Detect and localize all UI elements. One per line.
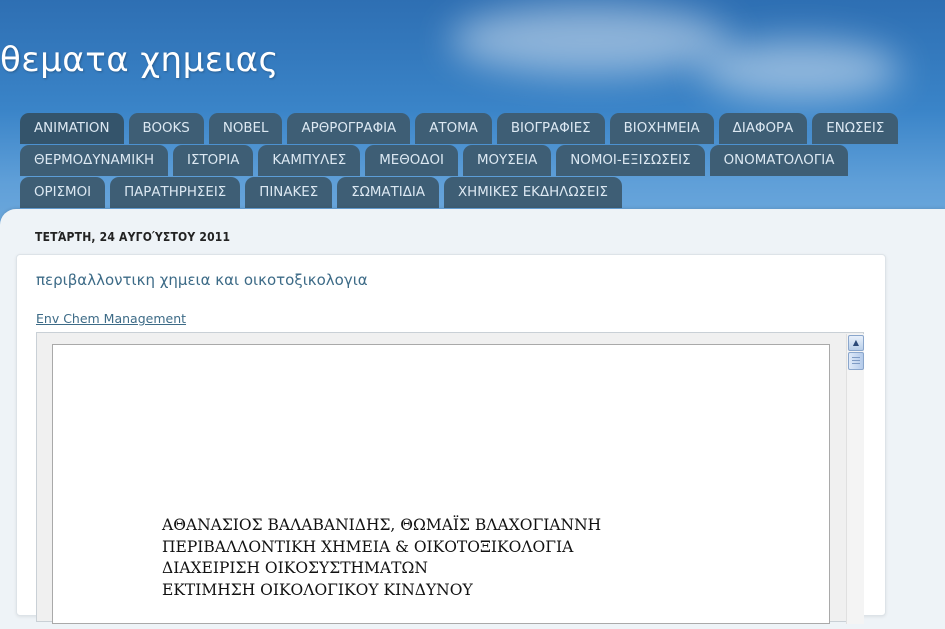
tab-viografies[interactable]: ΒΙΟΓΡΑΦΙΕΣ — [496, 113, 605, 144]
tab-thermodynamiki[interactable]: ΘΕΡΜΟΔΥΝΑΜΙΚΗ — [20, 145, 169, 176]
tab-orismoi[interactable]: ΟΡΙΣΜΟΙ — [20, 177, 106, 208]
tab-nobel[interactable]: NOBEL — [208, 113, 283, 144]
tab-books[interactable]: BOOKS — [128, 113, 204, 144]
tab-pinakes[interactable]: ΠΙΝΑΚΕΣ — [245, 177, 333, 208]
tab-istoria[interactable]: ΙΣΤΟΡΙΑ — [173, 145, 254, 176]
tab-somatidia[interactable]: ΣΩΜΑΤΙΔΙΑ — [337, 177, 439, 208]
document-scrollbar[interactable]: ▲ — [846, 334, 864, 624]
tab-arthrografia[interactable]: ΑΡΘΡΟΓΡΑΦΙΑ — [287, 113, 411, 144]
page-tabs: ANIMATION BOOKS NOBEL ΑΡΘΡΟΓΡΑΦΙΑ ΑΤΟΜΑ … — [20, 113, 945, 209]
tab-nomoi-exisoseis[interactable]: ΝΟΜΟΙ-ΕΞΙΣΩΣΕΙΣ — [556, 145, 705, 176]
grip-line — [852, 357, 860, 358]
tab-diafora[interactable]: ΔΙΑΦΟΡΑ — [718, 113, 808, 144]
triangle-up-icon: ▲ — [852, 338, 860, 347]
tab-atoma[interactable]: ΑΤΟΜΑ — [415, 113, 492, 144]
tab-enoseis[interactable]: ΕΝΩΣΕΙΣ — [812, 113, 899, 144]
document-line-title: ΠΕΡΙΒΑΛΛΟΝΤΙΚΗ ΧΗΜΕΙΑ & ΟΙΚΟΤΟΞΙΚΟΛΟΓΙΑ — [162, 538, 574, 556]
blog-title[interactable]: θεματα χημειας — [0, 40, 279, 80]
tab-animation[interactable]: ANIMATION — [20, 113, 124, 144]
grip-line — [852, 360, 860, 361]
document-line-authors: ΑΘΑΝΑΣΙΟΣ ΒΑΛΑΒΑΝΙΔΗΣ, ΘΩΜΑΪΣ ΒΛΑΧΟΓΙΑΝΝ… — [162, 516, 602, 534]
post-title[interactable]: περιβαλλοντικη χημεια και οικοτοξικολογι… — [36, 271, 368, 289]
tab-row-2: ΘΕΡΜΟΔΥΝΑΜΙΚΗ ΙΣΤΟΡΙΑ ΚΑΜΠΥΛΕΣ ΜΕΘΟΔΟΙ Μ… — [20, 145, 945, 177]
tab-mouseia[interactable]: ΜΟΥΣΕΙΑ — [462, 145, 552, 176]
post-date-header: ΤΕΤΆΡΤΗ, 24 ΑΥΓΟΎΣΤΟΥ 2011 — [35, 230, 231, 244]
tab-row-1: ANIMATION BOOKS NOBEL ΑΡΘΡΟΓΡΑΦΙΑ ΑΤΟΜΑ … — [20, 113, 945, 145]
env-chem-management-link[interactable]: Env Chem Management — [36, 311, 186, 326]
background-cloud — [450, 5, 730, 75]
tab-chimikes-ekdiloseis[interactable]: ΧΗΜΙΚΕΣ ΕΚΔΗΛΩΣΕΙΣ — [444, 177, 622, 208]
tab-paratiriseis[interactable]: ΠΑΡΑΤΗΡΗΣΕΙΣ — [110, 177, 241, 208]
tab-kampyles[interactable]: ΚΑΜΠΥΛΕΣ — [258, 145, 361, 176]
tab-viochimeia[interactable]: ΒΙΟΧΗΜΕΙΑ — [609, 113, 714, 144]
scroll-thumb[interactable] — [848, 352, 864, 370]
background-cloud — [700, 40, 900, 100]
scroll-up-button[interactable]: ▲ — [848, 335, 864, 351]
tab-row-3: ΟΡΙΣΜΟΙ ΠΑΡΑΤΗΡΗΣΕΙΣ ΠΙΝΑΚΕΣ ΣΩΜΑΤΙΔΙΑ Χ… — [20, 177, 945, 209]
document-line-subtitle-1: ΔΙΑΧΕΙΡΙΣΗ ΟΙΚΟΣΥΣΤΗΜΑΤΩΝ — [162, 559, 428, 577]
document-line-subtitle-2: ΕΚΤΙΜΗΣΗ ΟΙΚΟΛΟΓΙΚΟΥ ΚΙΝΔΥΝΟΥ — [162, 581, 473, 599]
tab-methodoi[interactable]: ΜΕΘΟΔΟΙ — [365, 145, 458, 176]
grip-line — [852, 363, 860, 364]
tab-onomatologia[interactable]: ΟΝΟΜΑΤΟΛΟΓΙΑ — [709, 145, 849, 176]
